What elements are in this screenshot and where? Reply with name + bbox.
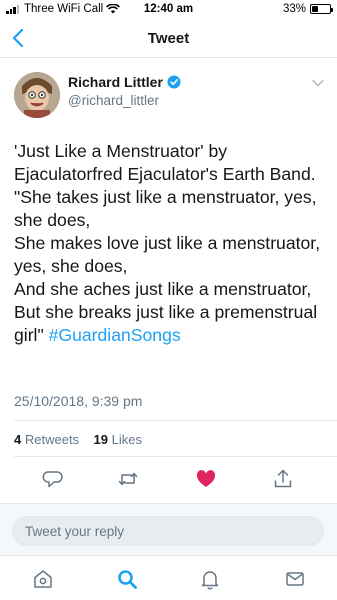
battery-percent: 33% <box>282 3 306 15</box>
search-icon[interactable] <box>116 568 138 590</box>
author-name-label: Richard Littler <box>68 74 163 90</box>
battery-icon <box>310 4 333 14</box>
avatar[interactable] <box>14 72 60 118</box>
like-icon[interactable] <box>195 468 217 490</box>
tweet-timestamp: 25/10/2018, 9:39 pm <box>14 393 143 409</box>
tweet-text: 'Just Like a Menstruator' by Ejaculatorf… <box>14 140 330 347</box>
likes-stat[interactable]: 19 Likes <box>94 432 142 447</box>
reply-input[interactable] <box>12 516 324 546</box>
likes-label: Likes <box>111 432 142 447</box>
retweet-icon[interactable] <box>117 468 139 490</box>
tweet-body: 'Just Like a Menstruator' by Ejaculatorf… <box>14 141 321 345</box>
author-handle[interactable]: @richard_littler <box>68 93 159 108</box>
page-title: Tweet <box>147 30 190 47</box>
notifications-icon[interactable] <box>199 568 221 590</box>
tweet-actions <box>0 468 337 492</box>
retweets-count: 4 <box>14 432 22 447</box>
reply-area <box>0 503 337 555</box>
home-icon[interactable] <box>32 568 54 590</box>
tab-bar <box>0 555 337 600</box>
author-name[interactable]: Richard Littler <box>68 74 181 90</box>
chevron-down-icon[interactable] <box>311 78 325 88</box>
tweet-stats: 4 Retweets 19 Likes <box>14 432 142 447</box>
messages-icon[interactable] <box>284 568 306 590</box>
verified-badge-icon <box>167 75 181 89</box>
retweets-stat[interactable]: 4 Retweets <box>14 432 79 447</box>
status-right: 33% <box>282 3 333 15</box>
retweets-label: Retweets <box>24 432 80 447</box>
likes-count: 19 <box>93 432 108 447</box>
status-bar: Three WiFi Call 12:40 am 33% <box>0 0 337 20</box>
nav-bar: Tweet <box>0 20 337 58</box>
share-icon[interactable] <box>272 468 294 490</box>
hashtag-link[interactable]: #GuardianSongs <box>49 325 181 345</box>
divider <box>14 420 337 421</box>
divider <box>14 456 337 457</box>
reply-icon[interactable] <box>42 468 64 490</box>
